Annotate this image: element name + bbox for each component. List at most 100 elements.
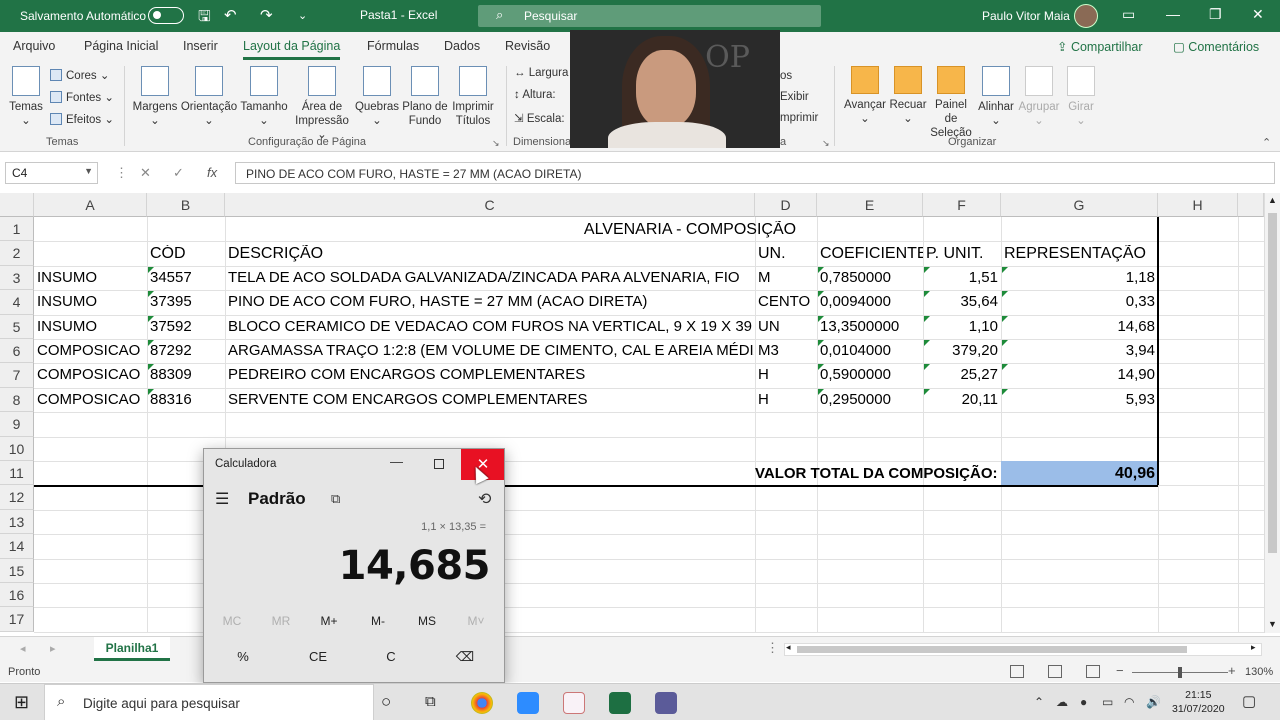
dialog-launcher-icon[interactable]: ↘ bbox=[822, 138, 830, 149]
keep-on-top-icon[interactable]: ⧉ bbox=[331, 491, 340, 507]
customize-qat-icon[interactable]: ⌄ bbox=[298, 9, 307, 22]
cancel-icon[interactable]: ✕ bbox=[140, 165, 151, 181]
fontes-button[interactable]: Fontes ⌄ bbox=[50, 90, 114, 104]
restore-icon[interactable]: ❐ bbox=[1209, 6, 1222, 23]
header-p-unit[interactable]: P. UNIT. bbox=[926, 245, 984, 263]
ribbon-display-icon[interactable]: ▭ bbox=[1122, 6, 1135, 23]
cell-cod[interactable]: 34557 bbox=[150, 269, 225, 286]
scroll-up-icon[interactable]: ▲ bbox=[1268, 195, 1277, 205]
task-view-icon[interactable]: ⧉ bbox=[425, 693, 436, 710]
scroll-right-icon[interactable]: ▸ bbox=[1251, 642, 1256, 653]
cell-representacao[interactable]: 0,33 bbox=[1001, 293, 1155, 310]
cell-representacao[interactable]: 1,18 bbox=[1001, 269, 1155, 286]
minimize-icon[interactable]: — bbox=[1166, 6, 1180, 22]
row-header[interactable]: 15 bbox=[0, 558, 34, 583]
sheet-tab-planilha1[interactable]: Planilha1 bbox=[94, 637, 170, 661]
row-header[interactable]: 1 bbox=[0, 217, 34, 242]
chrome-icon[interactable] bbox=[471, 692, 493, 714]
header-un[interactable]: UN. bbox=[758, 245, 786, 263]
tamanho-button[interactable]: Tamanho ⌄ bbox=[240, 66, 288, 128]
cell-un[interactable]: M bbox=[758, 269, 816, 286]
prev-sheet-icon[interactable]: ◂ bbox=[20, 642, 26, 655]
network-icon[interactable]: ◠ bbox=[1124, 695, 1134, 709]
worksheet-grid[interactable]: A B C D E F G H 1 2 3 4 5 6 7 8 9 10 11 12 13 14 15 16 1… bbox=[0, 193, 1264, 633]
cell-descricao[interactable]: SERVENTE COM ENCARGOS COMPLEMENTARES bbox=[228, 391, 754, 408]
girar-button[interactable]: Girar ⌄ bbox=[1062, 66, 1100, 128]
cell-tipo[interactable]: INSUMO bbox=[37, 269, 147, 286]
total-value[interactable]: 40,96 bbox=[1001, 465, 1155, 483]
column-header-a[interactable]: A bbox=[34, 193, 147, 217]
row-header[interactable]: 7 bbox=[0, 363, 34, 388]
margens-button[interactable]: Margens ⌄ bbox=[132, 66, 178, 128]
row-header[interactable]: 6 bbox=[0, 339, 34, 364]
memory-add-button[interactable]: M+ bbox=[309, 614, 349, 628]
undo-icon[interactable]: ↶ bbox=[224, 6, 237, 24]
onedrive-icon[interactable]: ☁ bbox=[1056, 695, 1068, 709]
row-header[interactable]: 14 bbox=[0, 534, 34, 559]
row-header[interactable]: 4 bbox=[0, 290, 34, 315]
cell-descricao[interactable]: TELA DE ACO SOLDADA GALVANIZADA/ZINCADA … bbox=[228, 269, 754, 286]
cell-cod[interactable]: 37592 bbox=[150, 318, 225, 335]
sheet-title[interactable]: ALVENARIA - COMPOSIÇÃO bbox=[225, 221, 1155, 239]
plano-fundo-button[interactable]: Plano de Fundo bbox=[402, 66, 448, 128]
volume-icon[interactable]: 🔊 bbox=[1146, 695, 1161, 709]
cell-tipo[interactable]: COMPOSICAO bbox=[37, 366, 147, 383]
area-impressao-button[interactable]: Área de Impressão ⌄ bbox=[292, 66, 352, 142]
comments-button[interactable]: ▢ Comentários bbox=[1173, 39, 1259, 54]
column-header-h[interactable]: H bbox=[1158, 193, 1238, 217]
more-icon[interactable]: ⋮ bbox=[766, 640, 779, 656]
zoom-slider[interactable] bbox=[1132, 667, 1228, 678]
cell-descricao[interactable]: PINO DE ACO COM FURO, HASTE = 27 MM (ACA… bbox=[228, 293, 754, 310]
close-icon[interactable]: ✕ bbox=[1252, 6, 1264, 23]
cell-un[interactable]: H bbox=[758, 391, 816, 408]
tab-formulas[interactable]: Fórmulas bbox=[367, 39, 419, 53]
cell-un[interactable]: CENTO bbox=[758, 293, 816, 310]
memory-store-button[interactable]: MS bbox=[407, 614, 447, 628]
cell-coeficiente[interactable]: 0,5900000 bbox=[820, 366, 922, 383]
column-header-i[interactable] bbox=[1238, 193, 1264, 217]
collapse-ribbon-icon[interactable]: ⌃ bbox=[1262, 136, 1271, 149]
header-cod[interactable]: CÓD bbox=[150, 245, 186, 263]
autosave-toggle[interactable] bbox=[148, 7, 184, 24]
row-header[interactable]: 8 bbox=[0, 387, 34, 413]
zoom-in-icon[interactable]: + bbox=[1228, 663, 1236, 678]
clear-entry-button[interactable]: CE bbox=[298, 649, 338, 664]
row-header[interactable]: 3 bbox=[0, 265, 34, 291]
cortana-icon[interactable]: ○ bbox=[381, 692, 391, 712]
scroll-left-icon[interactable]: ◂ bbox=[786, 642, 791, 653]
cell-coeficiente[interactable]: 0,0104000 bbox=[820, 342, 922, 359]
cell-representacao[interactable]: 3,94 bbox=[1001, 342, 1155, 359]
row-header[interactable]: 10 bbox=[0, 436, 34, 461]
scroll-thumb[interactable] bbox=[1268, 213, 1277, 553]
search-box[interactable]: ⌕ Pesquisar bbox=[478, 5, 821, 27]
cell-descricao[interactable]: BLOCO CERAMICO DE VEDACAO COM FUROS NA V… bbox=[228, 318, 754, 335]
cores-button[interactable]: Cores ⌄ bbox=[50, 68, 110, 82]
tab-revisao[interactable]: Revisão bbox=[505, 39, 550, 53]
vertical-scrollbar[interactable]: ▲ ▼ bbox=[1264, 193, 1280, 633]
cell-cod[interactable]: 37395 bbox=[150, 293, 225, 310]
header-representacao[interactable]: REPRESENTAÇÃO bbox=[1004, 245, 1146, 263]
alinhar-button[interactable]: Alinhar ⌄ bbox=[976, 66, 1016, 128]
tab-inserir[interactable]: Inserir bbox=[183, 39, 218, 53]
clock[interactable]: 21:15 31/07/2020 bbox=[1172, 688, 1225, 716]
history-icon[interactable]: ⟲ bbox=[478, 489, 491, 509]
cell-descricao[interactable]: PEDREIRO COM ENCARGOS COMPLEMENTARES bbox=[228, 366, 754, 383]
horizontal-scrollbar[interactable]: ◂ ▸ bbox=[784, 642, 1262, 656]
select-all-corner[interactable] bbox=[0, 193, 34, 217]
imprimir-titulos-button[interactable]: Imprimir Títulos bbox=[450, 66, 496, 128]
cell-un[interactable]: UN bbox=[758, 318, 816, 335]
zoom-level[interactable]: 130% bbox=[1245, 666, 1273, 678]
backspace-button[interactable]: ⌫ bbox=[445, 649, 485, 665]
page-layout-view-icon[interactable] bbox=[1048, 665, 1062, 678]
cell-p-unit[interactable]: 1,51 bbox=[923, 269, 998, 286]
formula-input[interactable]: PINO DE ACO COM FURO, HASTE = 27 MM (ACA… bbox=[235, 162, 1275, 184]
cell-representacao[interactable]: 5,93 bbox=[1001, 391, 1155, 408]
largura-control[interactable]: ↔ Largura bbox=[514, 67, 568, 79]
maximize-icon[interactable] bbox=[434, 459, 444, 469]
escala-control[interactable]: ⇲ Escala: bbox=[514, 111, 565, 125]
column-header-e[interactable]: E bbox=[817, 193, 923, 217]
painel-selecao-button[interactable]: Painel de Seleção bbox=[928, 66, 974, 140]
column-header-d[interactable]: D bbox=[755, 193, 817, 217]
temas-button[interactable]: Temas ⌄ bbox=[8, 66, 44, 128]
share-button[interactable]: ⇪ Compartilhar bbox=[1057, 39, 1143, 54]
